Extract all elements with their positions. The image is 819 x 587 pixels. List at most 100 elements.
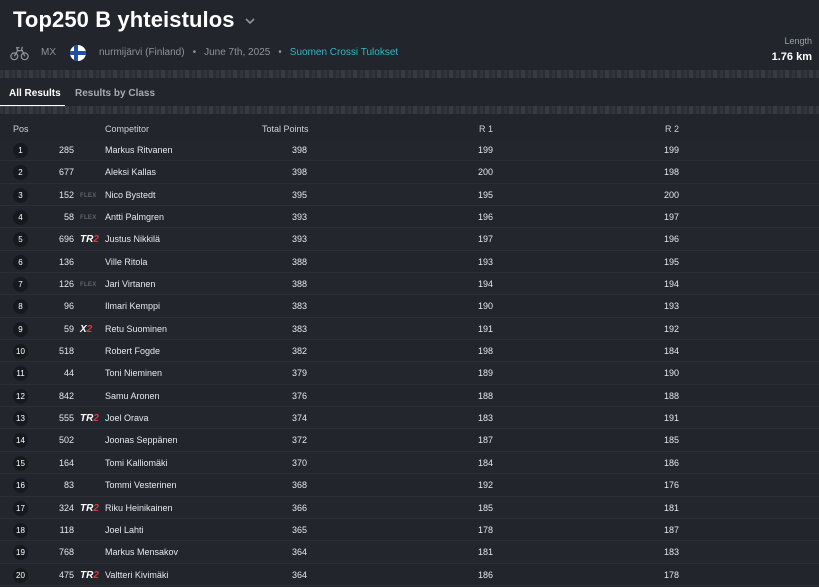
total-points: 393 — [291, 234, 307, 245]
table-row[interactable]: 7 126 FLEX Jari Virtanen 388 194 194 — [0, 273, 819, 296]
round-2-points: 196 — [663, 234, 679, 245]
bike-number: 475 — [58, 569, 74, 580]
bike-number: 126 — [58, 279, 74, 290]
round-2-points: 197 — [663, 212, 679, 223]
table-row[interactable]: 8 96 Ilmari Kemppi 383 190 193 — [0, 295, 819, 318]
position-badge: 12 — [13, 388, 28, 404]
round-1-points: 190 — [477, 301, 493, 312]
position-badge: 14 — [13, 433, 28, 449]
competitor-name: Justus Nikkilä — [105, 234, 161, 245]
table-row[interactable]: 15 164 Tomi Kalliomäki 370 184 186 — [0, 451, 819, 475]
column-total-points[interactable]: Total Points — [262, 124, 309, 134]
competitor-name: Robert Fogde — [105, 346, 161, 357]
bike-number: 677 — [58, 167, 74, 178]
total-points: 379 — [291, 368, 307, 379]
total-points: 398 — [291, 167, 307, 178]
table-row[interactable]: 13 555 TR2 Joel Orava 374 183 191 — [0, 407, 819, 430]
table-row[interactable]: 14 502 Joonas Seppänen 372 187 185 — [0, 429, 819, 452]
table-row[interactable]: 18 118 Joel Lahti 365 178 187 — [0, 519, 819, 542]
total-points: 388 — [291, 256, 307, 267]
table-row[interactable]: 5 696 TR2 Justus Nikkilä 393 197 196 — [0, 228, 819, 251]
round-1-points: 188 — [477, 390, 493, 401]
competitor-name: Joonas Seppänen — [105, 435, 178, 446]
total-points: 393 — [291, 212, 307, 223]
competitor-name: Valtteri Kivimäki — [105, 569, 169, 580]
position-badge: 13 — [13, 411, 28, 427]
table-row[interactable]: 11 44 Toni Nieminen 379 189 190 — [0, 362, 819, 385]
table-row[interactable]: 17 324 TR2 Riku Heinikainen 366 185 181 — [0, 496, 819, 519]
bike-number: 555 — [58, 413, 74, 424]
round-1-points: 186 — [477, 569, 493, 580]
bike-number: 696 — [58, 234, 74, 245]
round-2-points: 190 — [663, 368, 679, 379]
table-row[interactable]: 4 58 FLEX Antti Palmgren 393 196 197 — [0, 206, 819, 229]
competitor-name: Tomi Kalliomäki — [105, 457, 168, 468]
round-1-points: 187 — [477, 435, 493, 446]
round-1-points: 199 — [477, 145, 493, 155]
total-points: 383 — [291, 301, 307, 312]
table-row[interactable]: 10 518 Robert Fogde 382 198 184 — [0, 340, 819, 363]
tab-all-results[interactable]: All Results — [9, 88, 61, 99]
round-2-points: 193 — [663, 301, 679, 312]
bike-number: 518 — [58, 346, 74, 357]
series-link[interactable]: Suomen Crossi Tulokset — [290, 47, 398, 58]
round-1-points: 198 — [477, 346, 493, 357]
table-row[interactable]: 12 842 Samu Aronen 376 188 188 — [0, 385, 819, 408]
table-row[interactable]: 2 677 Aleksi Kallas 398 200 198 — [0, 161, 819, 184]
column-pos[interactable]: Pos — [13, 124, 29, 134]
position-badge: 11 — [13, 366, 28, 382]
round-1-points: 193 — [477, 256, 493, 267]
motocross-bike-icon — [10, 46, 29, 61]
results-tabs: All Results Results by Class — [0, 78, 819, 107]
round-2-points: 195 — [663, 256, 679, 267]
position-badge: 6 — [13, 254, 28, 270]
position-badge: 5 — [13, 232, 28, 248]
competitor-name: Nico Bystedt — [105, 189, 156, 200]
total-points: 382 — [291, 346, 307, 357]
position-badge: 10 — [13, 344, 28, 360]
round-2-points: 186 — [663, 457, 679, 468]
competitor-name: Joel Orava — [105, 413, 149, 424]
competitor-name: Ilmari Kemppi — [105, 301, 161, 312]
table-row[interactable]: 20 475 TR2 Valtteri Kivimäki 364 186 178 — [0, 564, 819, 586]
round-2-points: 185 — [663, 435, 679, 446]
round-2-points: 187 — [663, 524, 679, 535]
total-points: 370 — [291, 457, 307, 468]
event-meta: MX nurmijärvi (Finland) • June 7th, 2025… — [10, 44, 398, 61]
tab-results-by-class[interactable]: Results by Class — [75, 88, 155, 99]
table-row[interactable]: 19 768 Markus Mensakov 364 181 183 — [0, 541, 819, 564]
round-1-points: 195 — [477, 189, 493, 200]
title-row[interactable]: Top250 B yhteistulos — [13, 7, 256, 33]
track-length: Length 1.76 km — [772, 36, 812, 63]
total-points: 365 — [291, 524, 307, 535]
round-2-points: 198 — [663, 167, 679, 178]
column-competitor[interactable]: Competitor — [105, 124, 149, 134]
chevron-down-icon[interactable] — [244, 15, 256, 27]
blurred-divider — [0, 106, 819, 114]
column-r1[interactable]: R 1 — [479, 124, 493, 134]
round-1-points: 192 — [477, 480, 493, 491]
round-2-points: 192 — [663, 323, 679, 334]
table-row[interactable]: 1 285 Markus Ritvanen 398 199 199 — [0, 139, 819, 162]
round-1-points: 189 — [477, 368, 493, 379]
competitor-name: Toni Nieminen — [105, 368, 163, 379]
round-1-points: 184 — [477, 457, 493, 468]
position-badge: 19 — [13, 545, 28, 561]
position-badge: 18 — [13, 522, 28, 538]
column-r2[interactable]: R 2 — [665, 124, 679, 134]
bike-number: 164 — [58, 457, 74, 468]
competitor-name: Jari Virtanen — [105, 279, 156, 290]
round-2-points: 191 — [663, 413, 679, 424]
table-row[interactable]: 16 83 Tommi Vesterinen 368 192 176 — [0, 474, 819, 497]
round-2-points: 188 — [663, 390, 679, 401]
competitor-name: Riku Heinikainen — [105, 502, 173, 513]
round-2-points: 199 — [663, 145, 679, 155]
competitor-name: Markus Ritvanen — [105, 145, 173, 155]
separator-dot: • — [278, 47, 282, 58]
table-row[interactable]: 3 152 FLEX Nico Bystedt 395 195 200 — [0, 183, 819, 207]
total-points: 372 — [291, 435, 307, 446]
bike-number: 96 — [63, 301, 74, 312]
table-row[interactable]: 6 136 Ville Ritola 388 193 195 — [0, 251, 819, 274]
table-row[interactable]: 9 59 X2 Retu Suominen 383 191 192 — [0, 317, 819, 341]
competitor-name: Markus Mensakov — [105, 547, 179, 558]
